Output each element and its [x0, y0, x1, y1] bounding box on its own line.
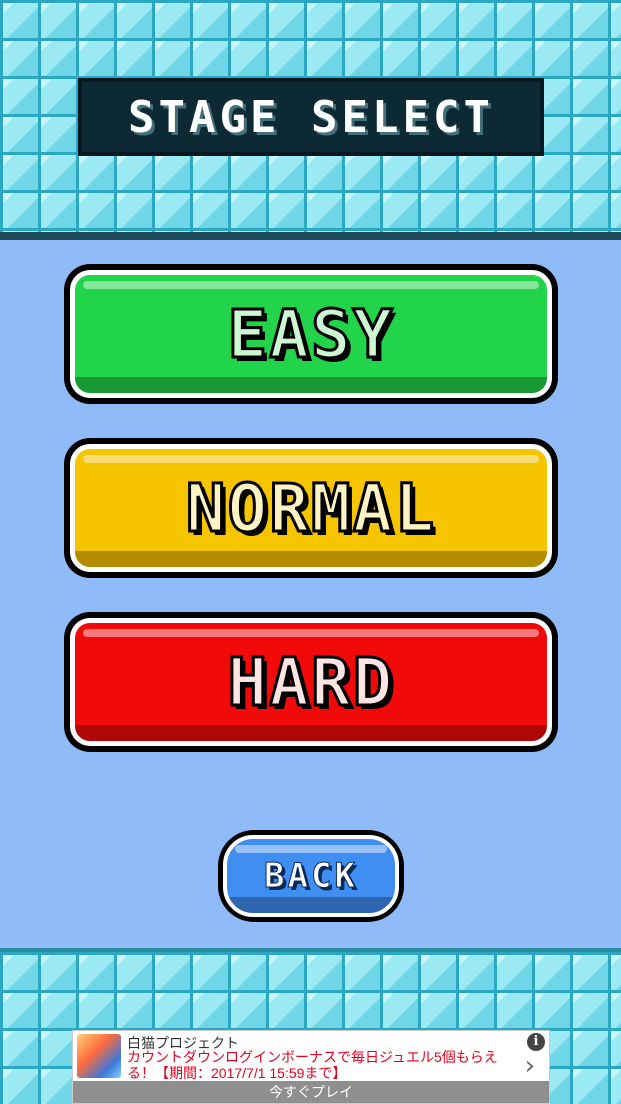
normal-button-label: NORMAL: [184, 468, 437, 548]
title-banner: STAGE SELECT: [78, 78, 544, 156]
ad-body-text: カウントダウンログインボーナスで毎日ジュエル5個もらえる！【期間：2017/7/…: [127, 1049, 498, 1081]
top-tile-edge: [0, 232, 621, 240]
ad-thumbnail-image: [77, 1034, 121, 1078]
easy-button-face: EASY: [70, 270, 552, 398]
back-button-face: BACK: [223, 835, 399, 917]
hard-button-face: HARD: [70, 618, 552, 746]
page-title: STAGE SELECT: [128, 91, 494, 143]
easy-button-label: EASY: [226, 294, 395, 374]
info-icon[interactable]: i: [527, 1033, 545, 1051]
back-button-label: BACK: [264, 856, 358, 897]
hard-button-label: HARD: [226, 642, 395, 722]
hard-button[interactable]: HARD: [64, 612, 558, 752]
back-button[interactable]: BACK: [218, 830, 404, 922]
chevron-right-icon: ›: [524, 1051, 535, 1081]
stage-select-screen: STAGE SELECT EASY NORMAL HARD BACK 白猫プロジ…: [0, 0, 621, 1104]
ad-play-now-button[interactable]: 今すぐプレイ: [73, 1081, 549, 1103]
normal-button[interactable]: NORMAL: [64, 438, 558, 578]
normal-button-face: NORMAL: [70, 444, 552, 572]
ad-banner[interactable]: 白猫プロジェクト カウントダウンログインボーナスで毎日ジュエル5個もらえる！【期…: [72, 1030, 550, 1104]
easy-button[interactable]: EASY: [64, 264, 558, 404]
